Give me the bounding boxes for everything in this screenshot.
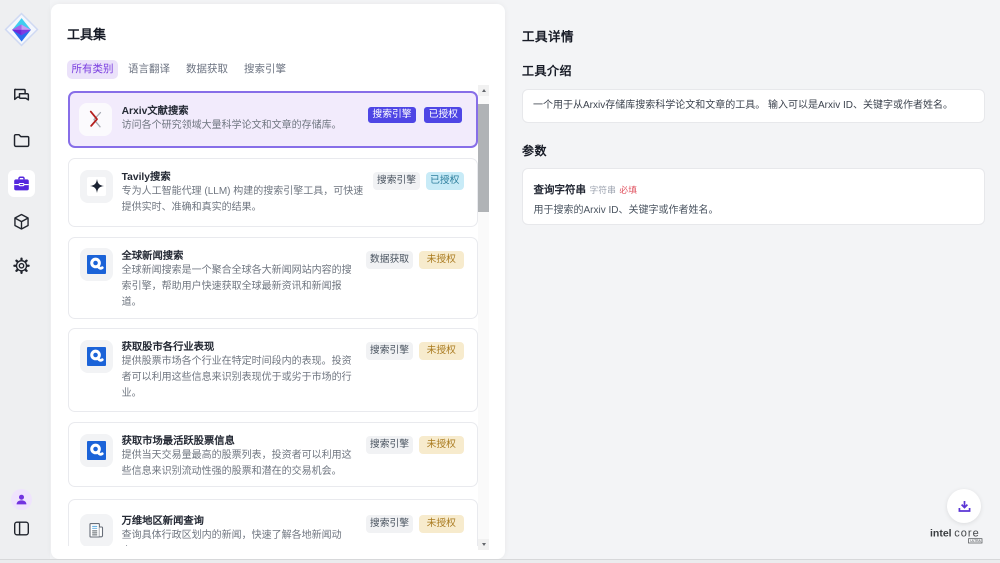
svg-text:core: core bbox=[954, 527, 979, 539]
svg-text:intel: intel bbox=[930, 527, 952, 539]
svg-text:ULTRA: ULTRA bbox=[970, 539, 981, 543]
